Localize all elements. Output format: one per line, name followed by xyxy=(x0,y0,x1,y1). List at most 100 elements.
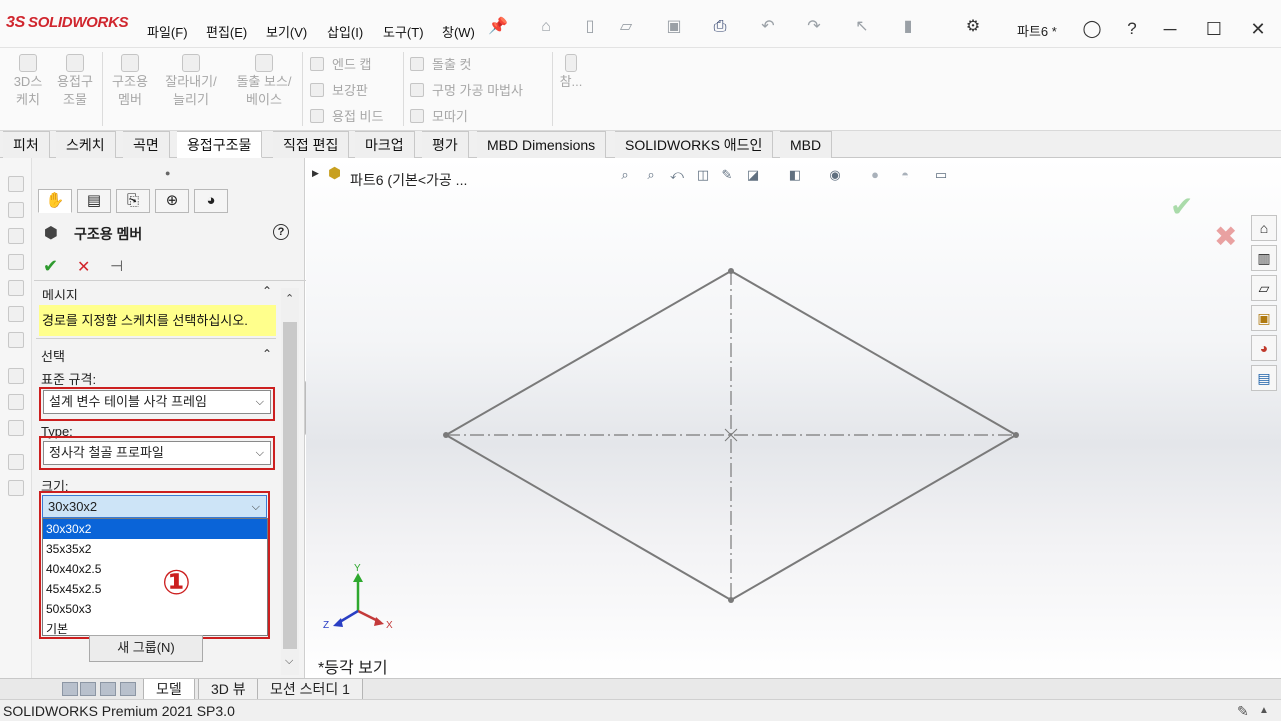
tab-markup[interactable]: 마크업 xyxy=(355,131,415,158)
tab-display-manager-icon[interactable]: ◕ xyxy=(194,189,228,213)
tab-features[interactable]: 피처 xyxy=(3,131,50,158)
pin-menu-icon[interactable]: 📌 xyxy=(488,17,508,37)
keep-visible-pin-icon[interactable]: ⊣ xyxy=(110,257,123,275)
tab-evaluate[interactable]: 평가 xyxy=(422,131,469,158)
options-gear-icon[interactable]: ⚙ xyxy=(963,17,983,37)
save-icon[interactable]: ▣ xyxy=(664,17,684,37)
type-combo[interactable]: 정사각 철골 프로파일 ⌵ xyxy=(43,441,271,465)
tab-model[interactable]: 모델 xyxy=(143,679,195,700)
tool-icon[interactable] xyxy=(8,394,24,410)
tool-icon[interactable] xyxy=(8,480,24,496)
tab-featuremanager-icon[interactable]: ✋ xyxy=(38,189,72,213)
sketch-line[interactable] xyxy=(445,270,732,436)
redo-icon[interactable]: ↷ xyxy=(804,17,824,37)
select-cursor-icon[interactable]: ↖ xyxy=(852,17,872,37)
scroll-up-icon[interactable]: ⌃ xyxy=(285,292,294,305)
solidworks-resources-home-icon[interactable]: ⌂ xyxy=(1251,215,1277,241)
tab-mbd[interactable]: MBD xyxy=(780,131,833,158)
weldment-button[interactable]: 용접구 조물 xyxy=(52,54,98,109)
home-icon[interactable]: ⌂ xyxy=(536,17,556,37)
extruded-boss-button[interactable]: 돌출 보스/ 베이스 xyxy=(228,54,300,109)
menu-insert[interactable]: 삽입(I) xyxy=(327,22,363,41)
customize-status-icon[interactable]: ✎ xyxy=(1237,700,1249,721)
size-option[interactable]: 45x45x2.5 xyxy=(43,579,267,599)
open-icon[interactable]: ▱ xyxy=(616,17,636,37)
rebuild-icon[interactable]: ▮ xyxy=(898,17,918,37)
tab-mbd-dimensions[interactable]: MBD Dimensions xyxy=(477,131,607,158)
weld-bead-button[interactable]: 용접 비드 xyxy=(310,106,383,125)
tool-icon[interactable] xyxy=(8,176,24,192)
tab-solidworks-addins[interactable]: SOLIDWORKS 애드인 xyxy=(615,131,774,158)
sketch-point[interactable] xyxy=(1013,432,1019,438)
file-explorer-icon[interactable]: ▱ xyxy=(1251,275,1277,301)
new-group-button[interactable]: 새 그룹(N) xyxy=(89,635,203,662)
sketch-point[interactable] xyxy=(728,597,734,603)
tab-weldments[interactable]: 용접구조물 xyxy=(177,131,263,158)
gusset-button[interactable]: 보강판 xyxy=(310,80,368,99)
size-combo[interactable]: 30x30x2 ⌵ xyxy=(42,495,267,518)
trim-extend-button[interactable]: 잘라내기/ 늘리기 xyxy=(156,54,226,109)
chamfer-button[interactable]: 모따기 xyxy=(410,106,468,125)
size-option[interactable]: 40x40x2.5 xyxy=(43,559,267,579)
sketch-point[interactable] xyxy=(443,432,449,438)
menu-view[interactable]: 보기(V) xyxy=(266,22,307,41)
pm-help-icon[interactable]: ? xyxy=(273,224,289,240)
tool-icon[interactable] xyxy=(8,332,24,348)
panel-grip-icon[interactable]: ● xyxy=(165,168,170,178)
tool-icon[interactable] xyxy=(8,254,24,270)
tab-sketch[interactable]: 스케치 xyxy=(56,131,116,158)
end-cap-button[interactable]: 엔드 캡 xyxy=(310,54,372,73)
scroll-down-icon[interactable]: ⌵ xyxy=(285,655,293,668)
3d-sketch-button[interactable]: 3D스 케치 xyxy=(8,54,48,109)
user-account-icon[interactable]: ◯ xyxy=(1077,14,1107,44)
last-tab-icon[interactable] xyxy=(120,682,136,696)
standard-combo[interactable]: 설계 변수 테이블 사각 프레임 ⌵ xyxy=(43,390,271,414)
view-palette-icon[interactable]: ▣ xyxy=(1251,305,1277,331)
solidworks-logo[interactable]: 3S SOLIDWORKS xyxy=(6,14,129,32)
size-option[interactable]: 35x35x2 xyxy=(43,539,267,559)
design-library-icon[interactable]: ▥ xyxy=(1251,245,1277,271)
collapse-chevron-icon[interactable]: ⌃ xyxy=(262,347,272,361)
graphics-area[interactable]: ▶ ⬢ 파트6 (기본<가공 ... ⌕ ⌕ ⤺ ◫ ✎ ◪ ◧ ◉ ● ◓ ▭… xyxy=(306,158,1281,678)
help-icon[interactable]: ? xyxy=(1117,14,1147,44)
size-option[interactable]: 50x50x3 xyxy=(43,599,267,619)
tool-icon[interactable] xyxy=(8,420,24,436)
prev-tab-icon[interactable] xyxy=(80,682,96,696)
custom-properties-icon[interactable]: ▤ xyxy=(1251,365,1277,391)
tab-3d-view[interactable]: 3D 뷰 xyxy=(198,679,259,700)
tab-propertymanager-icon[interactable]: ▤ xyxy=(77,189,111,213)
menu-window[interactable]: 창(W) xyxy=(442,22,475,41)
ok-check-icon[interactable]: ✔ xyxy=(43,256,58,277)
sketch-line[interactable] xyxy=(445,434,732,601)
new-document-icon[interactable]: ▯ xyxy=(580,17,600,37)
message-header[interactable]: 메시지 ⌃ xyxy=(34,282,313,300)
menu-file[interactable]: 파일(F) xyxy=(147,22,188,41)
cancel-x-icon[interactable]: ✕ xyxy=(77,257,90,277)
tab-dimxpert-icon[interactable]: ⊕ xyxy=(155,189,189,213)
pm-scroll-thumb[interactable] xyxy=(283,322,297,649)
selection-header[interactable]: 선택 xyxy=(41,346,65,365)
next-tab-icon[interactable] xyxy=(100,682,116,696)
sketch-point[interactable] xyxy=(728,268,734,274)
tool-icon[interactable] xyxy=(8,228,24,244)
tab-configurationmanager-icon[interactable]: ⎘ xyxy=(116,189,150,213)
status-expand-icon[interactable]: ▲ xyxy=(1259,700,1269,721)
hole-wizard-button[interactable]: 구멍 가공 마법사 xyxy=(410,80,523,99)
tool-icon[interactable] xyxy=(8,454,24,470)
sketch-line[interactable] xyxy=(730,270,1017,436)
appearances-icon[interactable]: ◕ xyxy=(1251,335,1277,361)
extruded-cut-button[interactable]: 돌출 컷 xyxy=(410,54,472,73)
first-tab-icon[interactable] xyxy=(62,682,78,696)
tool-icon[interactable] xyxy=(8,368,24,384)
tab-surfaces[interactable]: 곡면 xyxy=(123,131,170,158)
tool-icon[interactable] xyxy=(8,306,24,322)
maximize-button[interactable]: ☐ xyxy=(1199,14,1229,44)
minimize-button[interactable]: ─ xyxy=(1155,14,1185,44)
tool-icon[interactable] xyxy=(8,280,24,296)
sketch-line[interactable] xyxy=(730,434,1017,601)
size-option[interactable]: 30x30x2 xyxy=(43,519,267,539)
tool-icon[interactable] xyxy=(8,202,24,218)
structural-member-button[interactable]: 구조용 멤버 xyxy=(106,54,154,109)
tab-motion-study[interactable]: 모션 스터디 1 xyxy=(257,679,363,700)
tab-direct-editing[interactable]: 직접 편집 xyxy=(273,131,350,158)
